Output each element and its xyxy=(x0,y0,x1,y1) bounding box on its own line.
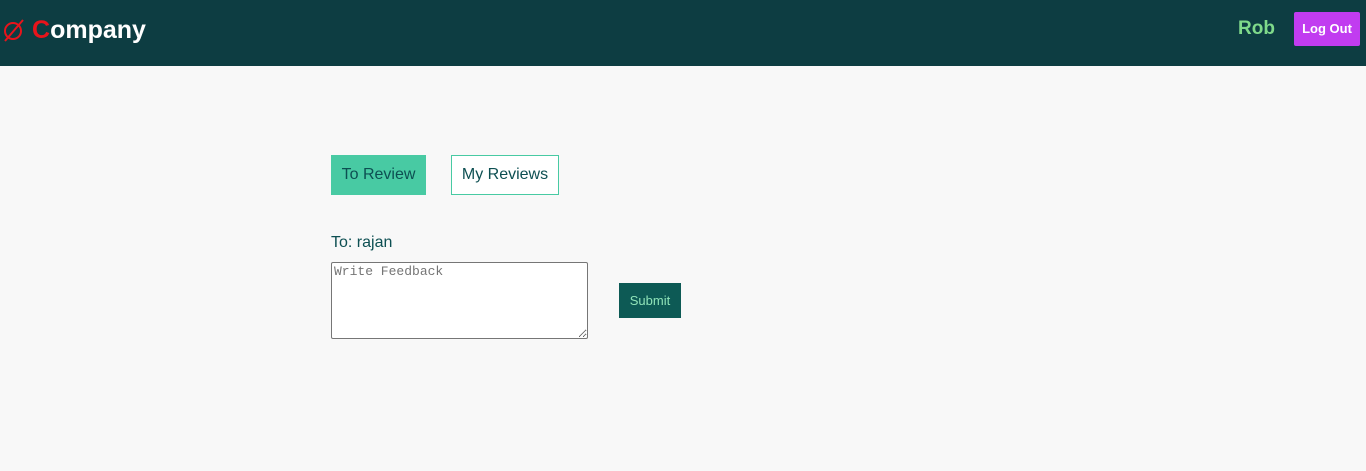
empty-set-icon xyxy=(4,19,24,42)
brand-name: ompany xyxy=(50,16,146,44)
submit-button[interactable]: Submit xyxy=(619,283,681,318)
brand-initial: C xyxy=(32,16,51,44)
top-navbar: Company Rob Log Out xyxy=(0,0,1366,66)
logout-button[interactable]: Log Out xyxy=(1294,12,1360,46)
feedback-textarea[interactable] xyxy=(331,262,588,339)
tab-my-reviews[interactable]: My Reviews xyxy=(451,155,559,195)
tab-to-review[interactable]: To Review xyxy=(331,155,426,195)
brand-logo[interactable]: Company xyxy=(2,14,146,46)
current-user-name: Rob xyxy=(1238,18,1275,39)
review-recipient-label: To: rajan xyxy=(331,234,393,251)
